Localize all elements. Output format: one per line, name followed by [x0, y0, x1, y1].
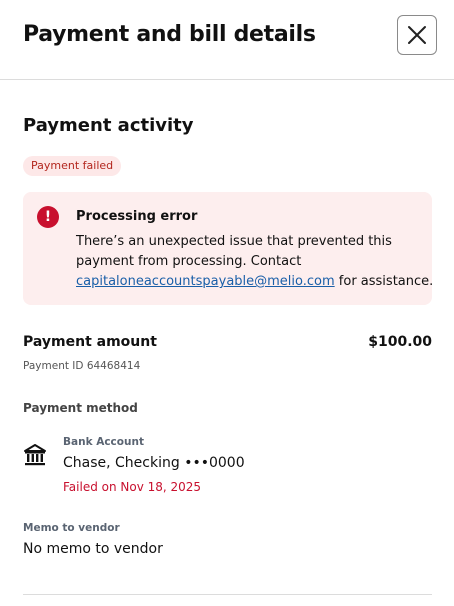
divider [23, 594, 432, 595]
contact-email-link[interactable]: capitaloneaccountspayable@melio.com [76, 274, 335, 289]
dialog-header: Payment and bill details [0, 0, 454, 80]
error-message-line: capitaloneaccountspayable@melio.com for … [76, 272, 433, 292]
payment-id: Payment ID 64468414 [23, 360, 141, 372]
payment-method-label: Payment method [23, 401, 138, 415]
memo-value: No memo to vendor [23, 541, 163, 557]
page-title: Payment and bill details [23, 22, 316, 47]
error-message-line: There’s an unexpected issue that prevent… [76, 234, 392, 249]
account-name: Chase, Checking •••0000 [63, 455, 245, 471]
error-title: Processing error [76, 209, 198, 224]
bank-icon [23, 443, 47, 467]
status-badge: Payment failed [23, 156, 122, 176]
error-icon: ! [37, 206, 59, 228]
payment-amount-value: $100.00 [368, 334, 432, 350]
error-message-line: payment from processing. Contact [76, 254, 302, 269]
close-button[interactable] [397, 15, 437, 55]
memo-label: Memo to vendor [23, 522, 120, 534]
payment-activity-title: Payment activity [23, 115, 194, 136]
error-alert: ! Processing error There’s an unexpected… [23, 192, 433, 305]
error-message: There’s an unexpected issue that prevent… [76, 232, 433, 292]
failed-date: Failed on Nov 18, 2025 [63, 480, 202, 494]
error-message-suffix: for assistance. [334, 274, 434, 289]
close-icon [408, 26, 426, 44]
payment-amount-label: Payment amount [23, 334, 157, 350]
account-type: Bank Account [63, 436, 144, 448]
